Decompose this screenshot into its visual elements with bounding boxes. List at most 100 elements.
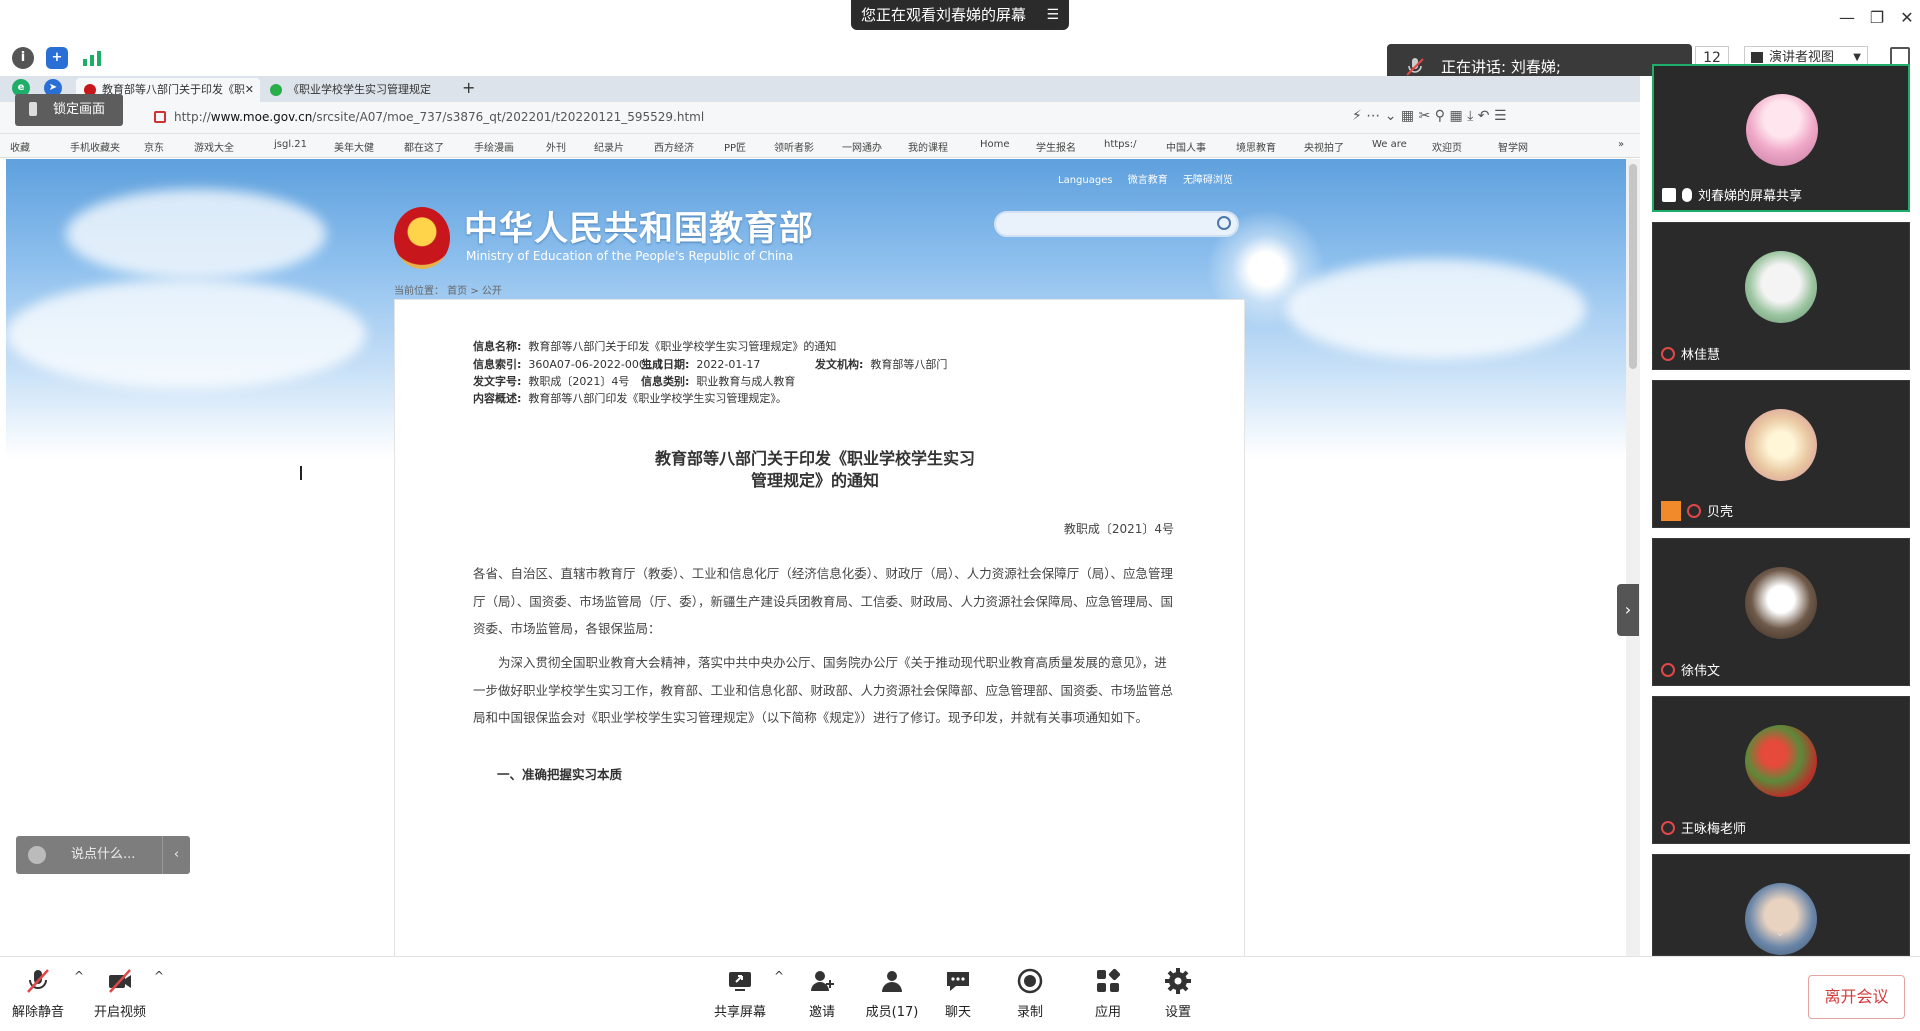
participant-name: 林佳慧: [1661, 344, 1720, 363]
chat-quick-input[interactable]: 说点什么... ‹: [16, 836, 190, 874]
share-options-caret-icon[interactable]: ^: [774, 969, 784, 983]
title-line-2: 管理规定》的通知: [750, 471, 879, 490]
close-tab-icon[interactable]: ✕: [245, 78, 254, 102]
bookmark-item[interactable]: 智学网: [1498, 139, 1528, 154]
speaking-text: 正在讲话: 刘春娣;: [1441, 58, 1561, 76]
share-screen-button[interactable]: 共享屏幕: [708, 967, 772, 1020]
banner-menu-icon[interactable]: ☰: [1046, 0, 1059, 30]
participant-name: 徐伟文: [1661, 660, 1720, 679]
bookmarks-overflow-icon[interactable]: »: [1618, 139, 1624, 150]
avatar: [1745, 725, 1817, 797]
emoji-icon[interactable]: [28, 846, 46, 864]
bookmark-item[interactable]: 央视拍了: [1304, 139, 1344, 154]
bookmark-item[interactable]: 京东: [144, 139, 164, 154]
bookmark-item[interactable]: PP匠: [724, 139, 746, 154]
lock-screen-button[interactable]: 锁定画面: [15, 94, 123, 126]
bookmark-item[interactable]: 纪录片: [594, 139, 624, 154]
bookmark-item[interactable]: 境思教育: [1236, 139, 1276, 154]
members-button[interactable]: 成员(17): [860, 967, 924, 1020]
insecure-lock-icon: [154, 111, 166, 123]
bookmark-item[interactable]: jsgl.21: [274, 139, 307, 150]
bookmark-item[interactable]: 欢迎页: [1432, 139, 1462, 154]
participant-tile[interactable]: 徐伟文: [1652, 538, 1910, 686]
record-icon: [1017, 968, 1043, 994]
bookmark-item[interactable]: 收藏: [10, 139, 30, 154]
bookmark-item[interactable]: 手绘漫画: [474, 139, 514, 154]
unmute-button[interactable]: 解除静音: [6, 967, 70, 1020]
bookmark-item[interactable]: 中国人事: [1166, 139, 1206, 154]
participant-tile[interactable]: ⌄: [1652, 854, 1910, 956]
bookmark-item[interactable]: https:/: [1104, 139, 1136, 150]
invite-button[interactable]: 邀请: [790, 967, 854, 1020]
leave-meeting-button[interactable]: 离开会议: [1808, 975, 1905, 1019]
chevron-down-icon[interactable]: ⌄: [1775, 925, 1785, 939]
video-options-caret-icon[interactable]: ^: [154, 969, 164, 983]
mic-muted-icon: [1661, 347, 1675, 361]
toolbar-actions-icons[interactable]: ⚡ ⋯ ⌄ ▦ ✂ ⚲ ▦ ⤓ ↶ ☰: [1352, 108, 1507, 124]
bookmark-item[interactable]: 游戏大全: [194, 139, 234, 154]
languages-link[interactable]: Languages: [1058, 175, 1113, 186]
mic-icon: [1682, 188, 1692, 202]
address-bar[interactable]: http://www.moe.gov.cn/srcsite/A07/moe_73…: [0, 102, 1640, 134]
info-icon[interactable]: i: [12, 47, 34, 69]
panel-toggle-button[interactable]: ›: [1617, 584, 1639, 636]
bookmark-item[interactable]: 美年大健: [334, 139, 374, 154]
bookmark-item[interactable]: 学生报名: [1036, 139, 1076, 154]
tab-wechat-article[interactable]: 《职业学校学生实习管理规定: [262, 78, 442, 102]
site-title: 中华人民共和国教育部: [464, 209, 814, 249]
presenter-view-label: 演讲者视图: [1769, 50, 1835, 65]
bookmark-item[interactable]: Home: [980, 139, 1010, 150]
restore-icon[interactable]: ❐: [1862, 8, 1892, 32]
bookmark-item[interactable]: 手机收藏夹: [70, 139, 120, 154]
bookmark-item[interactable]: 领听者影: [774, 139, 814, 154]
bookmark-item[interactable]: 我的课程: [908, 139, 948, 154]
chat-button[interactable]: 聊天: [926, 967, 990, 1020]
start-video-label: 开启视频: [93, 1005, 146, 1020]
bookmark-item[interactable]: We are: [1372, 139, 1407, 150]
participant-tile[interactable]: 王咏梅老师: [1652, 696, 1910, 844]
apps-button[interactable]: 应用: [1076, 967, 1140, 1020]
bookmark-item[interactable]: 西方经济: [654, 139, 694, 154]
weiyan-link[interactable]: 微言教育: [1128, 175, 1168, 186]
screen-share-banner[interactable]: 您正在观看刘春娣的屏幕 ☰: [851, 0, 1069, 30]
record-button[interactable]: 录制: [998, 967, 1062, 1020]
security-shield-icon[interactable]: +: [46, 47, 68, 69]
avatar: [1745, 251, 1817, 323]
close-icon[interactable]: ✕: [1892, 8, 1920, 32]
meta-date: 生成日期: 2022-01-17: [641, 358, 761, 371]
breadcrumb[interactable]: 当前位置： 首页 > 公开: [394, 282, 502, 297]
document-title: 教育部等八部门关于印发《职业学校学生实习 管理规定》的通知: [515, 448, 1115, 492]
share-screen-icon: [729, 972, 751, 991]
chat-label: 聊天: [944, 1005, 971, 1020]
site-top-links: Languages 微言教育 无障碍浏览: [1058, 171, 1245, 186]
participant-tile[interactable]: 林佳慧: [1652, 222, 1910, 370]
bookmark-item[interactable]: 外刊: [546, 139, 566, 154]
bookmark-item[interactable]: 一网通办: [842, 139, 882, 154]
cloud-decoration: [6, 279, 366, 389]
apps-grid-icon: [1097, 968, 1121, 992]
browser-tab-strip: e ➤ 教育部等八部门关于印发《职 ✕ 《职业学校学生实习管理规定 +: [0, 76, 1640, 102]
start-video-button[interactable]: 开启视频: [88, 967, 152, 1020]
url-text: http://www.moe.gov.cn/srcsite/A07/moe_73…: [174, 110, 705, 124]
tab-label: 《职业学校学生实习管理规定: [288, 83, 431, 96]
audio-options-caret-icon[interactable]: ^: [74, 969, 84, 983]
minimize-icon[interactable]: —: [1832, 8, 1862, 32]
site-search-input[interactable]: [994, 211, 1239, 237]
meta-org: 发文机构: 教育部等八部门: [815, 358, 948, 371]
chevron-left-icon[interactable]: ‹: [162, 836, 190, 874]
gear-icon: [1165, 968, 1191, 994]
scrollbar-thumb[interactable]: [1629, 164, 1637, 369]
participant-tile[interactable]: 贝壳: [1652, 380, 1910, 528]
settings-button[interactable]: 设置: [1146, 967, 1210, 1020]
signal-bars-icon[interactable]: [82, 50, 102, 66]
accessibility-link[interactable]: 无障碍浏览: [1183, 175, 1233, 186]
meta-index: 信息索引: 360A07-06-2022-0001-1: [473, 358, 664, 371]
lock-screen-label: 锁定画面: [53, 102, 106, 117]
invite-label: 邀请: [808, 1005, 835, 1020]
bookmark-item[interactable]: 都在这了: [404, 139, 444, 154]
participant-tile[interactable]: 刘春娣的屏幕共享: [1652, 64, 1910, 212]
new-tab-button[interactable]: +: [462, 78, 475, 97]
page-scrollbar[interactable]: [1626, 159, 1640, 956]
search-icon[interactable]: [1217, 216, 1231, 230]
unmute-label: 解除静音: [11, 1005, 64, 1020]
